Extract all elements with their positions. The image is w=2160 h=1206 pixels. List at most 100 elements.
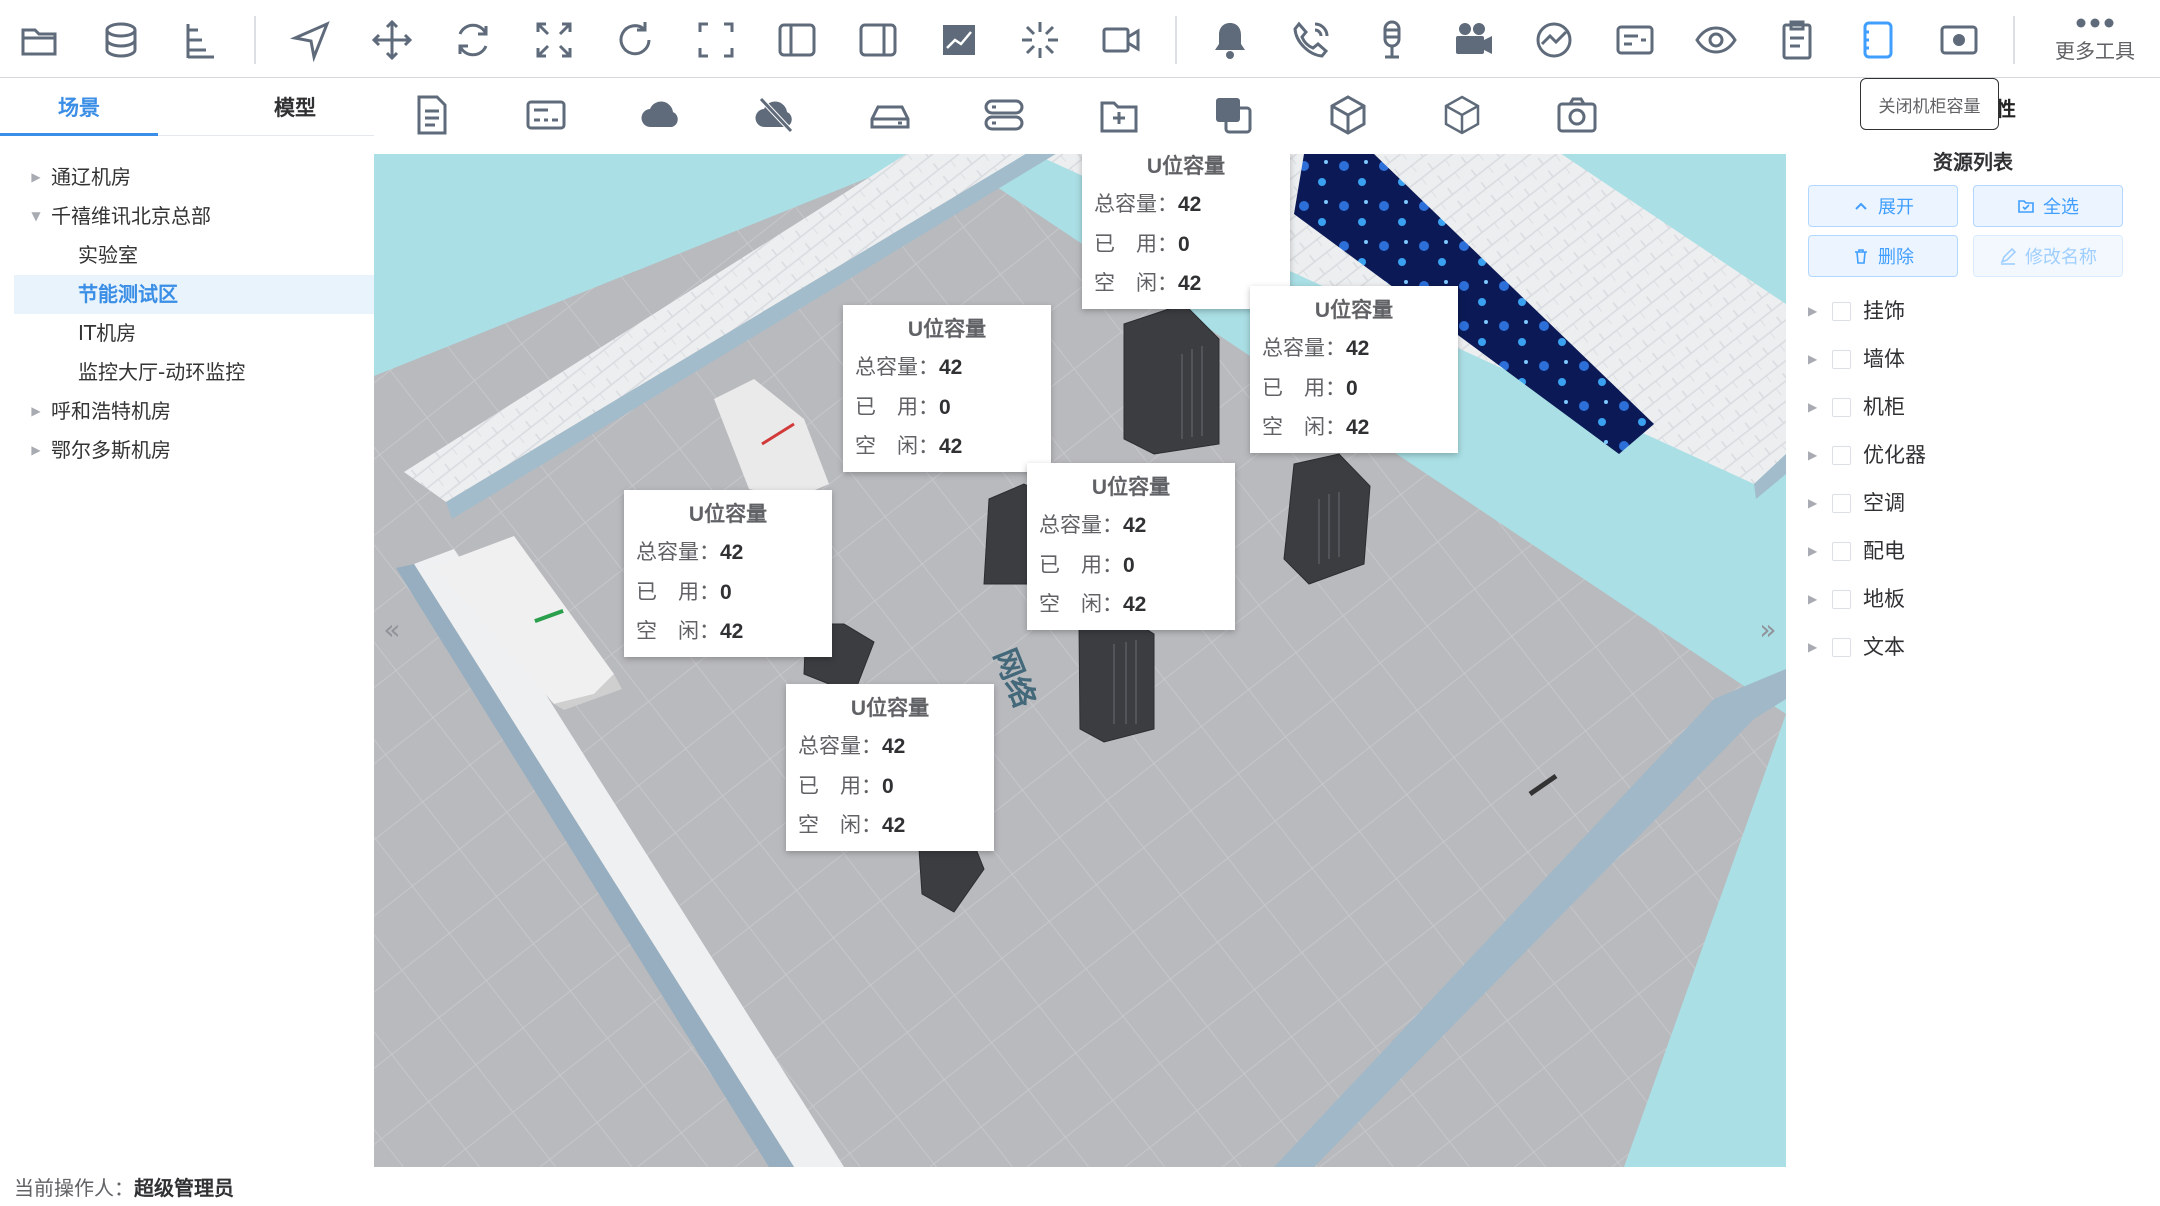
record-icon[interactable] xyxy=(1935,16,1983,64)
tab-model[interactable]: 模型 xyxy=(216,79,374,134)
delete-label: 删除 xyxy=(1878,247,1914,268)
cloud-off-icon[interactable] xyxy=(750,90,800,140)
tab-properties-partial[interactable]: 性 xyxy=(1996,93,2016,122)
tree-node-it-room[interactable]: IT机房 xyxy=(14,314,374,353)
rack-capacity-popup: U位容量 总容量：42 已 用：0 空 闲：42 xyxy=(843,305,1051,472)
microphone-icon[interactable] xyxy=(1368,16,1416,64)
caret-right-icon[interactable]: ▶ xyxy=(1808,623,1817,671)
resource-checkbox[interactable] xyxy=(1832,350,1851,369)
resource-item-floor[interactable]: ▶ 地板 xyxy=(1808,575,2148,623)
resource-item-ornament[interactable]: ▶ 挂饰 xyxy=(1808,287,2148,335)
popup-title: U位容量 xyxy=(1091,476,1171,499)
cube-outline-icon[interactable] xyxy=(1437,90,1487,140)
popup-title: U位容量 xyxy=(850,697,930,720)
resource-checkbox[interactable] xyxy=(1832,542,1851,561)
right-panel-icon[interactable] xyxy=(854,16,902,64)
resource-item-ac[interactable]: ▶ 空调 xyxy=(1808,479,2148,527)
resource-checkbox[interactable] xyxy=(1832,446,1851,465)
tree-node-monitor-hall[interactable]: 监控大厅-动环监控 xyxy=(14,353,374,392)
phone-icon[interactable] xyxy=(1287,16,1335,64)
navigation-icon[interactable] xyxy=(287,16,335,64)
eye-icon[interactable] xyxy=(1692,16,1740,64)
resource-label: 配电 xyxy=(1863,539,1905,563)
gauge-icon[interactable] xyxy=(1530,16,1578,64)
collapse-right-button[interactable]: » xyxy=(1750,579,1786,679)
scale-icon[interactable] xyxy=(530,16,578,64)
resource-checkbox[interactable] xyxy=(1832,398,1851,417)
resource-checkbox[interactable] xyxy=(1832,638,1851,657)
more-tools-button[interactable]: 更多工具 xyxy=(2035,8,2155,74)
database-icon[interactable] xyxy=(97,16,145,64)
collapse-left-button[interactable]: « xyxy=(374,579,410,679)
tab-scene[interactable]: 场景 xyxy=(0,79,158,134)
tree-node-energy-test[interactable]: 节能测试区 xyxy=(14,275,374,314)
document-icon[interactable] xyxy=(407,90,457,140)
expand-button[interactable]: 展开 xyxy=(1808,185,1958,227)
used-capacity: 已 用：0 xyxy=(1039,554,1135,577)
caret-right-icon[interactable]: ▶ xyxy=(26,392,46,431)
resource-item-text[interactable]: ▶ 文本 xyxy=(1808,623,2148,671)
select-all-button[interactable]: 全选 xyxy=(1973,185,2123,227)
caret-right-icon[interactable]: ▶ xyxy=(1808,527,1817,575)
caret-right-icon[interactable]: ▶ xyxy=(26,158,46,197)
sparkle-icon[interactable] xyxy=(1016,16,1064,64)
chart-icon[interactable] xyxy=(935,16,983,64)
left-panel-icon[interactable] xyxy=(773,16,821,64)
tree-node-lab[interactable]: 实验室 xyxy=(14,236,374,275)
resource-item-power[interactable]: ▶ 配电 xyxy=(1808,527,2148,575)
folder-plus-icon[interactable] xyxy=(1094,90,1144,140)
used-capacity: 已 用：0 xyxy=(636,581,732,604)
caret-right-icon[interactable]: ▶ xyxy=(1808,431,1817,479)
resource-item-wall[interactable]: ▶ 墙体 xyxy=(1808,335,2148,383)
camera-icon[interactable] xyxy=(1552,90,1602,140)
cloud-icon[interactable] xyxy=(636,90,686,140)
tree-node-ordos[interactable]: ▶ 鄂尔多斯机房 xyxy=(14,431,374,470)
resource-list: ▶ 挂饰 ▶ 墙体 ▶ 机柜 ▶ 优化器 ▶ 空调 ▶ 配电 ▶ 地板 ▶ 文本 xyxy=(1808,287,2148,671)
hierarchy-icon[interactable] xyxy=(178,16,226,64)
caret-right-icon[interactable]: ▶ xyxy=(1808,383,1817,431)
resource-checkbox[interactable] xyxy=(1832,494,1851,513)
popup-title: U位容量 xyxy=(1146,155,1226,178)
rotate-icon[interactable] xyxy=(449,16,497,64)
delete-button[interactable]: 删除 xyxy=(1808,235,1958,277)
popup-title: U位容量 xyxy=(688,503,768,526)
caret-right-icon[interactable]: ▶ xyxy=(1808,479,1817,527)
tree-node-tongliao[interactable]: ▶ 通辽机房 xyxy=(14,158,374,197)
capacity-icon[interactable] xyxy=(1854,16,1902,64)
rename-button[interactable]: 修改名称 xyxy=(1973,235,2123,277)
clipboard-icon[interactable] xyxy=(1773,16,1821,64)
fullscreen-icon[interactable] xyxy=(692,16,740,64)
move-icon[interactable] xyxy=(368,16,416,64)
card-icon[interactable] xyxy=(1611,16,1659,64)
bell-icon[interactable] xyxy=(1206,16,1254,64)
layers-icon[interactable] xyxy=(1208,90,1258,140)
hard-drive-icon[interactable] xyxy=(865,90,915,140)
caret-right-icon[interactable]: ▶ xyxy=(26,431,46,470)
resource-item-optimizer[interactable]: ▶ 优化器 xyxy=(1808,431,2148,479)
movie-camera-icon[interactable] xyxy=(1449,16,1497,64)
popup-title: U位容量 xyxy=(1314,299,1394,322)
total-capacity: 总容量：42 xyxy=(798,735,906,758)
caret-right-icon[interactable]: ▶ xyxy=(1808,287,1817,335)
total-capacity: 总容量：42 xyxy=(855,356,963,379)
video-camera-icon[interactable] xyxy=(1097,16,1145,64)
server-icon[interactable] xyxy=(979,90,1029,140)
cube-icon[interactable] xyxy=(1323,90,1373,140)
more-dots-icon xyxy=(2035,8,2155,38)
resource-list-title: 资源列表 xyxy=(1933,150,2013,174)
tree-node-beijing-hq[interactable]: ▼ 千禧维讯北京总部 xyxy=(14,197,374,236)
tree-node-label: 实验室 xyxy=(78,243,138,267)
resource-checkbox[interactable] xyxy=(1832,302,1851,321)
free-capacity: 空 闲：42 xyxy=(1039,593,1147,616)
tree-node-hohhot[interactable]: ▶ 呼和浩特机房 xyxy=(14,392,374,431)
resource-item-rack[interactable]: ▶ 机柜 xyxy=(1808,383,2148,431)
resource-checkbox[interactable] xyxy=(1832,590,1851,609)
refresh-icon[interactable] xyxy=(611,16,659,64)
caret-down-icon[interactable]: ▼ xyxy=(26,197,46,236)
caret-right-icon[interactable]: ▶ xyxy=(1808,575,1817,623)
free-capacity: 空 闲：42 xyxy=(636,620,744,643)
scene-viewport[interactable]: 网络 U位容量 总容量：42 已 用：0 空 闲：42 U位容量 总容量：42 … xyxy=(374,154,1786,1167)
caret-right-icon[interactable]: ▶ xyxy=(1808,335,1817,383)
folder-open-icon[interactable] xyxy=(16,16,64,64)
terminal-icon[interactable] xyxy=(521,90,571,140)
